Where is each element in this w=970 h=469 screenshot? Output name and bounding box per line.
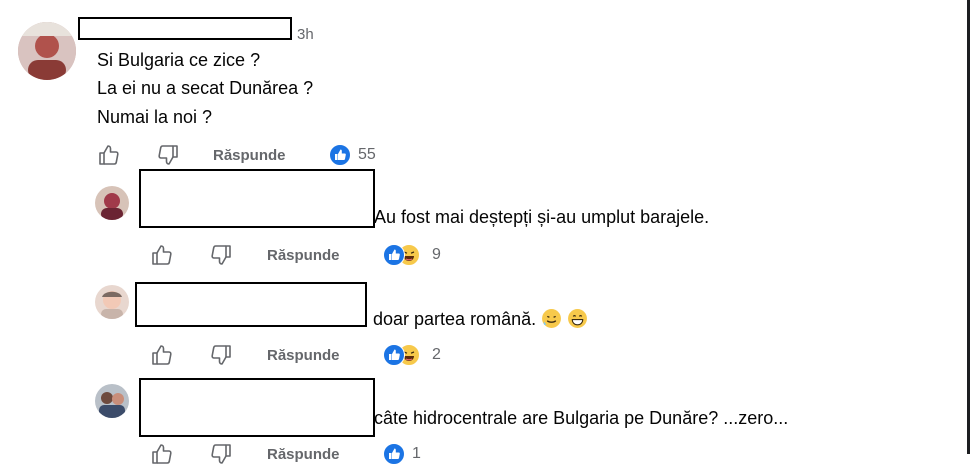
reactions-summary[interactable]: 2	[383, 344, 453, 366]
redacted-author-name	[78, 17, 292, 40]
comment-text-line-1: Si Bulgaria ce zice ?	[97, 50, 261, 70]
reactions-summary[interactable]: 9	[383, 244, 453, 266]
thumbs-up-icon[interactable]	[150, 243, 174, 267]
reaction-count: 1	[412, 445, 421, 462]
redacted-author-name	[135, 282, 367, 327]
comment-text-line-2: La ei nu a secat Dunărea ?	[97, 78, 314, 98]
like-reaction-icon	[383, 443, 405, 465]
like-reaction-icon	[383, 244, 405, 266]
thumbs-up-icon[interactable]	[150, 343, 174, 367]
comment-text: câte hidrocentrale are Bulgaria pe Dunăr…	[374, 408, 789, 428]
avatar[interactable]	[95, 285, 129, 319]
thumbs-down-icon[interactable]	[156, 143, 180, 167]
thumbs-up-icon[interactable]	[97, 143, 121, 167]
avatar[interactable]	[95, 186, 129, 220]
reactions-summary[interactable]: 1	[383, 443, 433, 465]
thumbs-down-icon[interactable]	[209, 343, 233, 367]
comment-timestamp[interactable]: 3h	[297, 26, 314, 43]
reaction-count: 9	[432, 246, 441, 263]
avatar[interactable]	[18, 22, 76, 80]
avatar[interactable]	[95, 384, 129, 418]
redacted-author-name	[139, 169, 375, 228]
reaction-count: 2	[432, 346, 441, 363]
comment-text: Au fost mai deștepți și-au umplut baraje…	[374, 207, 710, 227]
reaction-count: 55	[358, 146, 376, 163]
like-reaction-icon	[329, 144, 351, 166]
sweat-smile-emoji	[541, 308, 562, 329]
thumbs-down-icon[interactable]	[209, 243, 233, 267]
thumbs-down-icon[interactable]	[209, 442, 233, 466]
like-reaction-icon	[383, 344, 405, 366]
thumbs-up-icon[interactable]	[150, 442, 174, 466]
comment-text: doar partea română.	[373, 308, 588, 330]
reply-button[interactable]: Răspunde	[213, 147, 286, 164]
redacted-author-name	[139, 378, 375, 437]
reply-button[interactable]: Răspunde	[267, 247, 340, 264]
reactions-summary[interactable]: 55	[329, 144, 389, 166]
reply-button[interactable]: Răspunde	[267, 347, 340, 364]
reply-button[interactable]: Răspunde	[267, 446, 340, 463]
grin-emoji	[567, 308, 588, 329]
comment-text-line-3: Numai la noi ?	[97, 107, 213, 127]
comment-text-content: doar partea română.	[373, 309, 537, 329]
